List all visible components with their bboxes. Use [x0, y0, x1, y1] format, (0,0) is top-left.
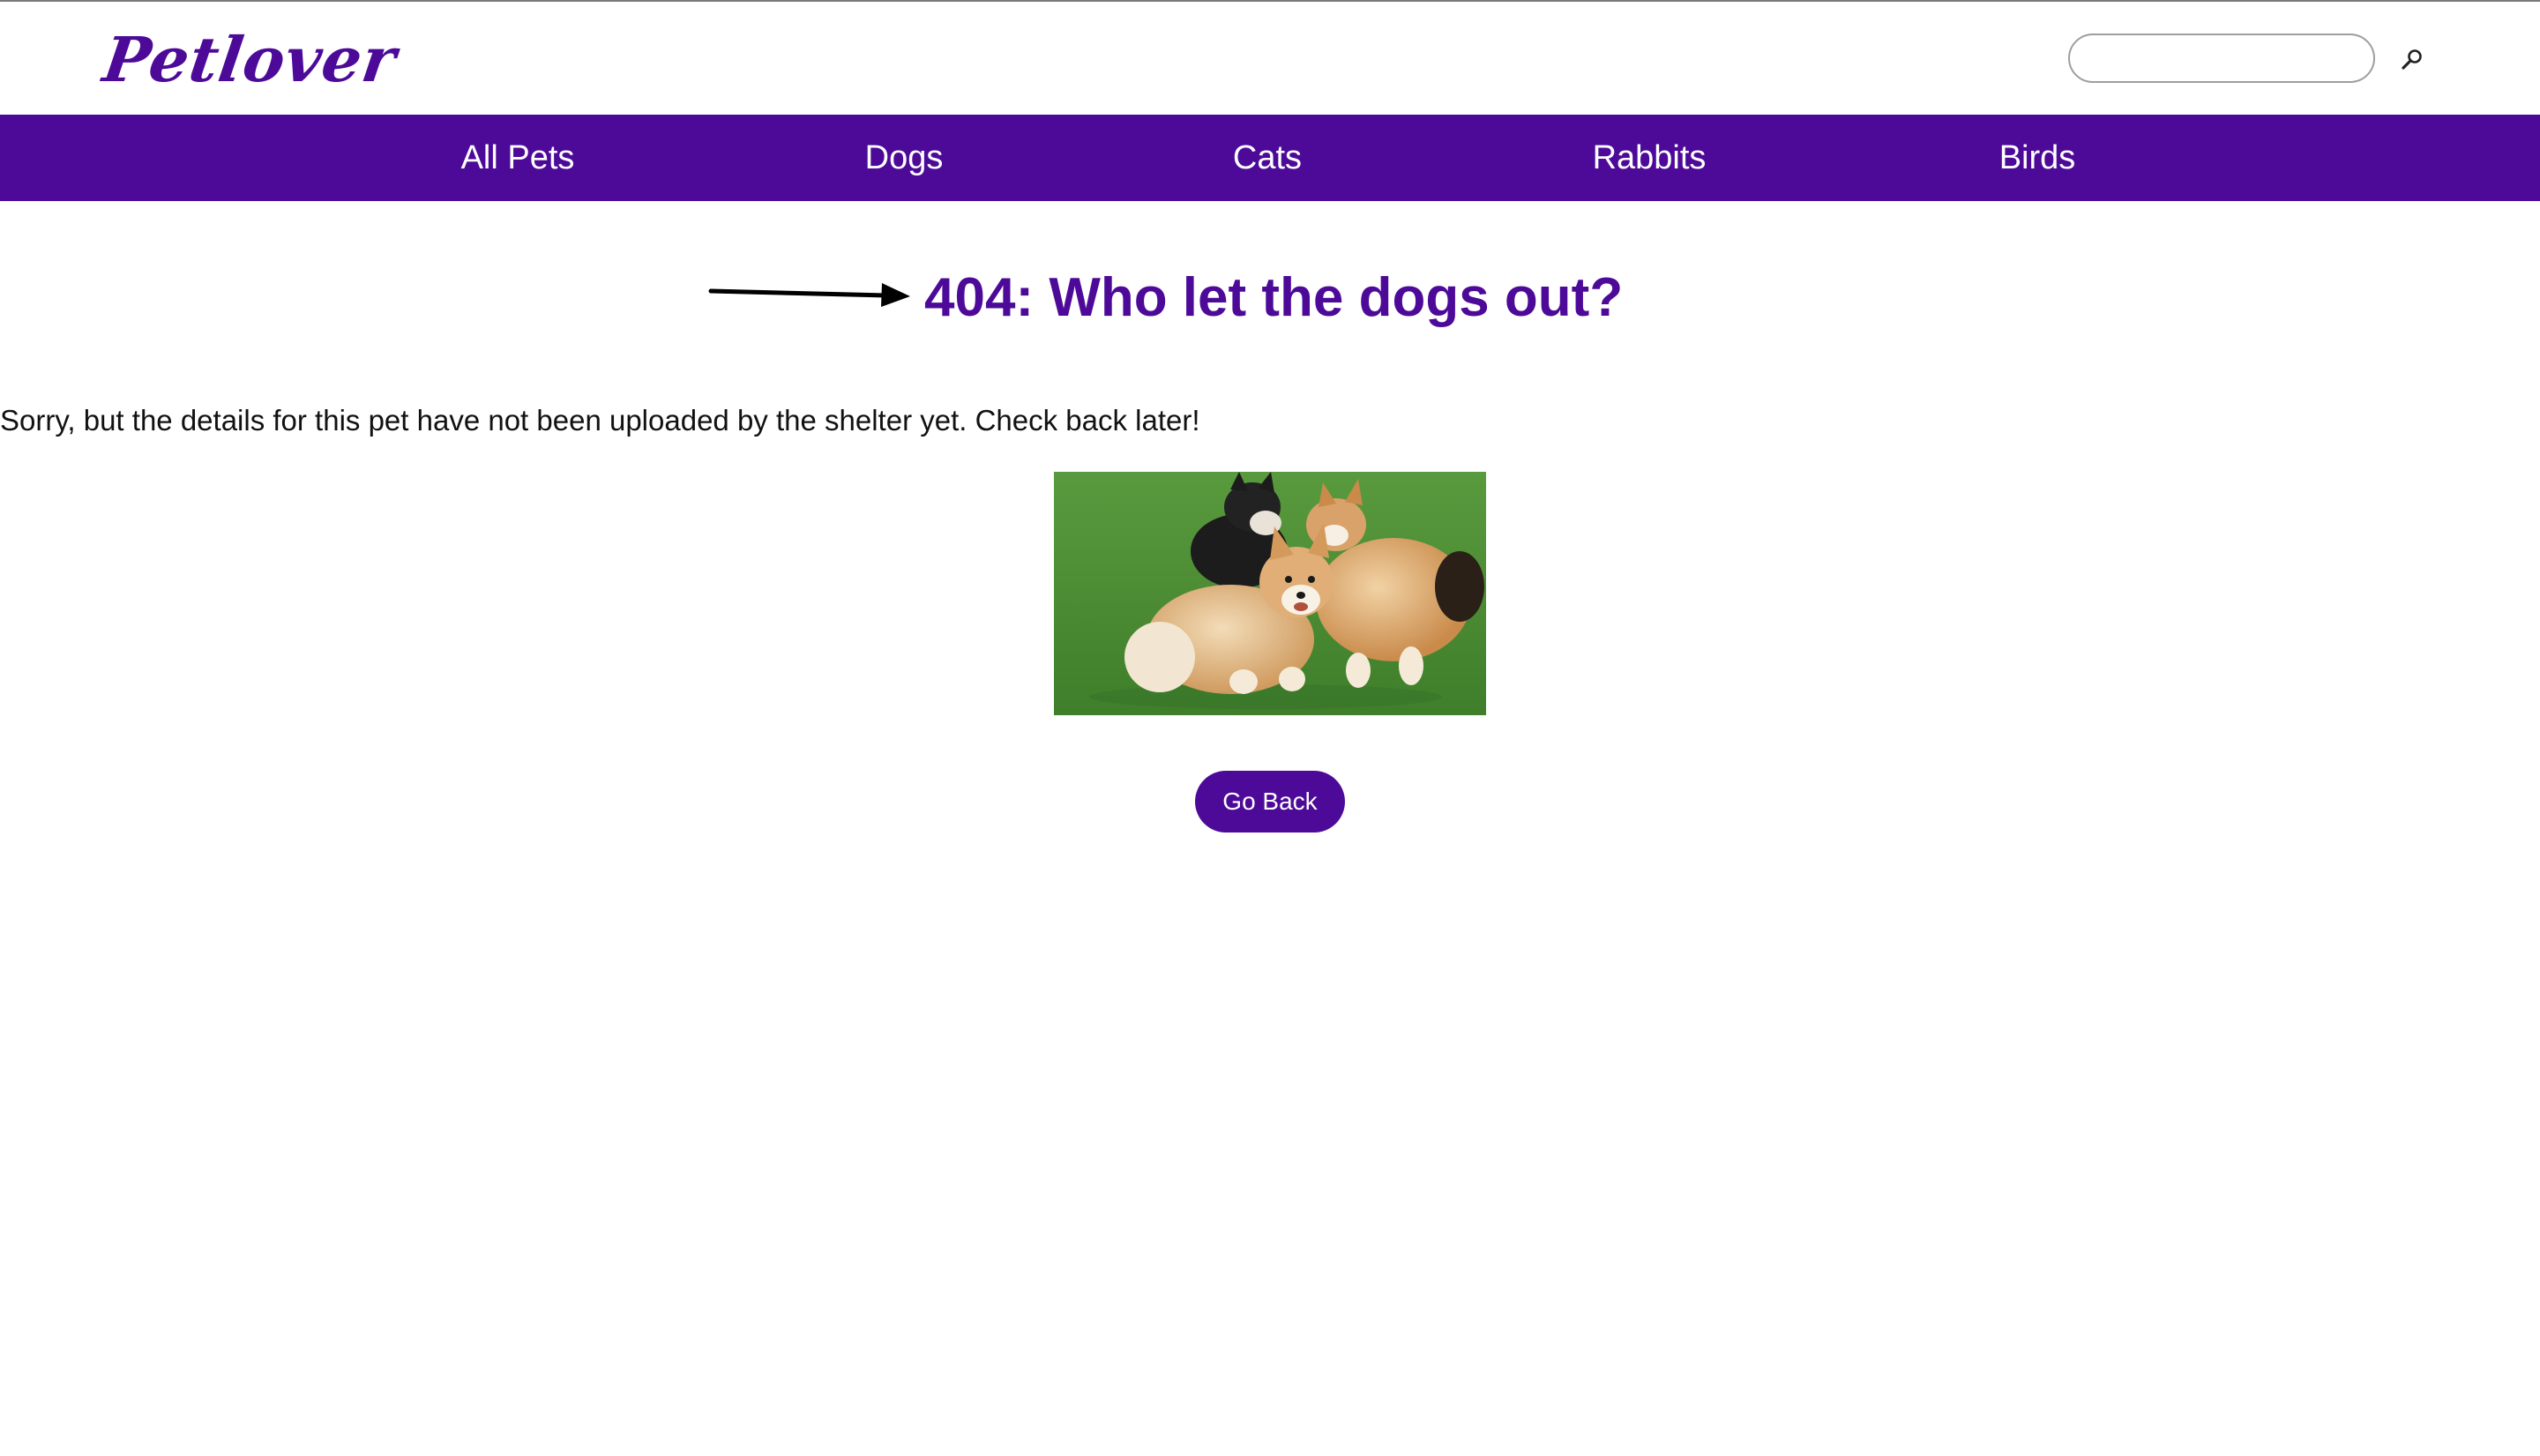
- nav-item-dogs[interactable]: Dogs: [772, 115, 1036, 201]
- dogs-image: [1054, 472, 1486, 715]
- nav-item-cats[interactable]: Cats: [1135, 115, 1400, 201]
- search-button[interactable]: [2397, 46, 2425, 74]
- error-message: Sorry, but the details for this pet have…: [0, 404, 1200, 437]
- page-title: 404: Who let the dogs out?: [924, 267, 1624, 328]
- site-header: Petlover: [0, 2, 2540, 115]
- nav-item-rabbits[interactable]: Rabbits: [1517, 115, 1782, 201]
- nav-item-all-pets[interactable]: All Pets: [385, 115, 650, 201]
- nav-item-birds[interactable]: Birds: [1905, 115, 2170, 201]
- search-input[interactable]: [2068, 34, 2375, 83]
- go-back-button[interactable]: Go Back: [1195, 771, 1345, 833]
- site-logo[interactable]: Petlover: [99, 23, 401, 96]
- main-nav: All Pets Dogs Cats Rabbits Birds: [0, 115, 2540, 201]
- right-arrow-icon: [708, 283, 910, 307]
- search-magnifier-icon: [2402, 49, 2422, 70]
